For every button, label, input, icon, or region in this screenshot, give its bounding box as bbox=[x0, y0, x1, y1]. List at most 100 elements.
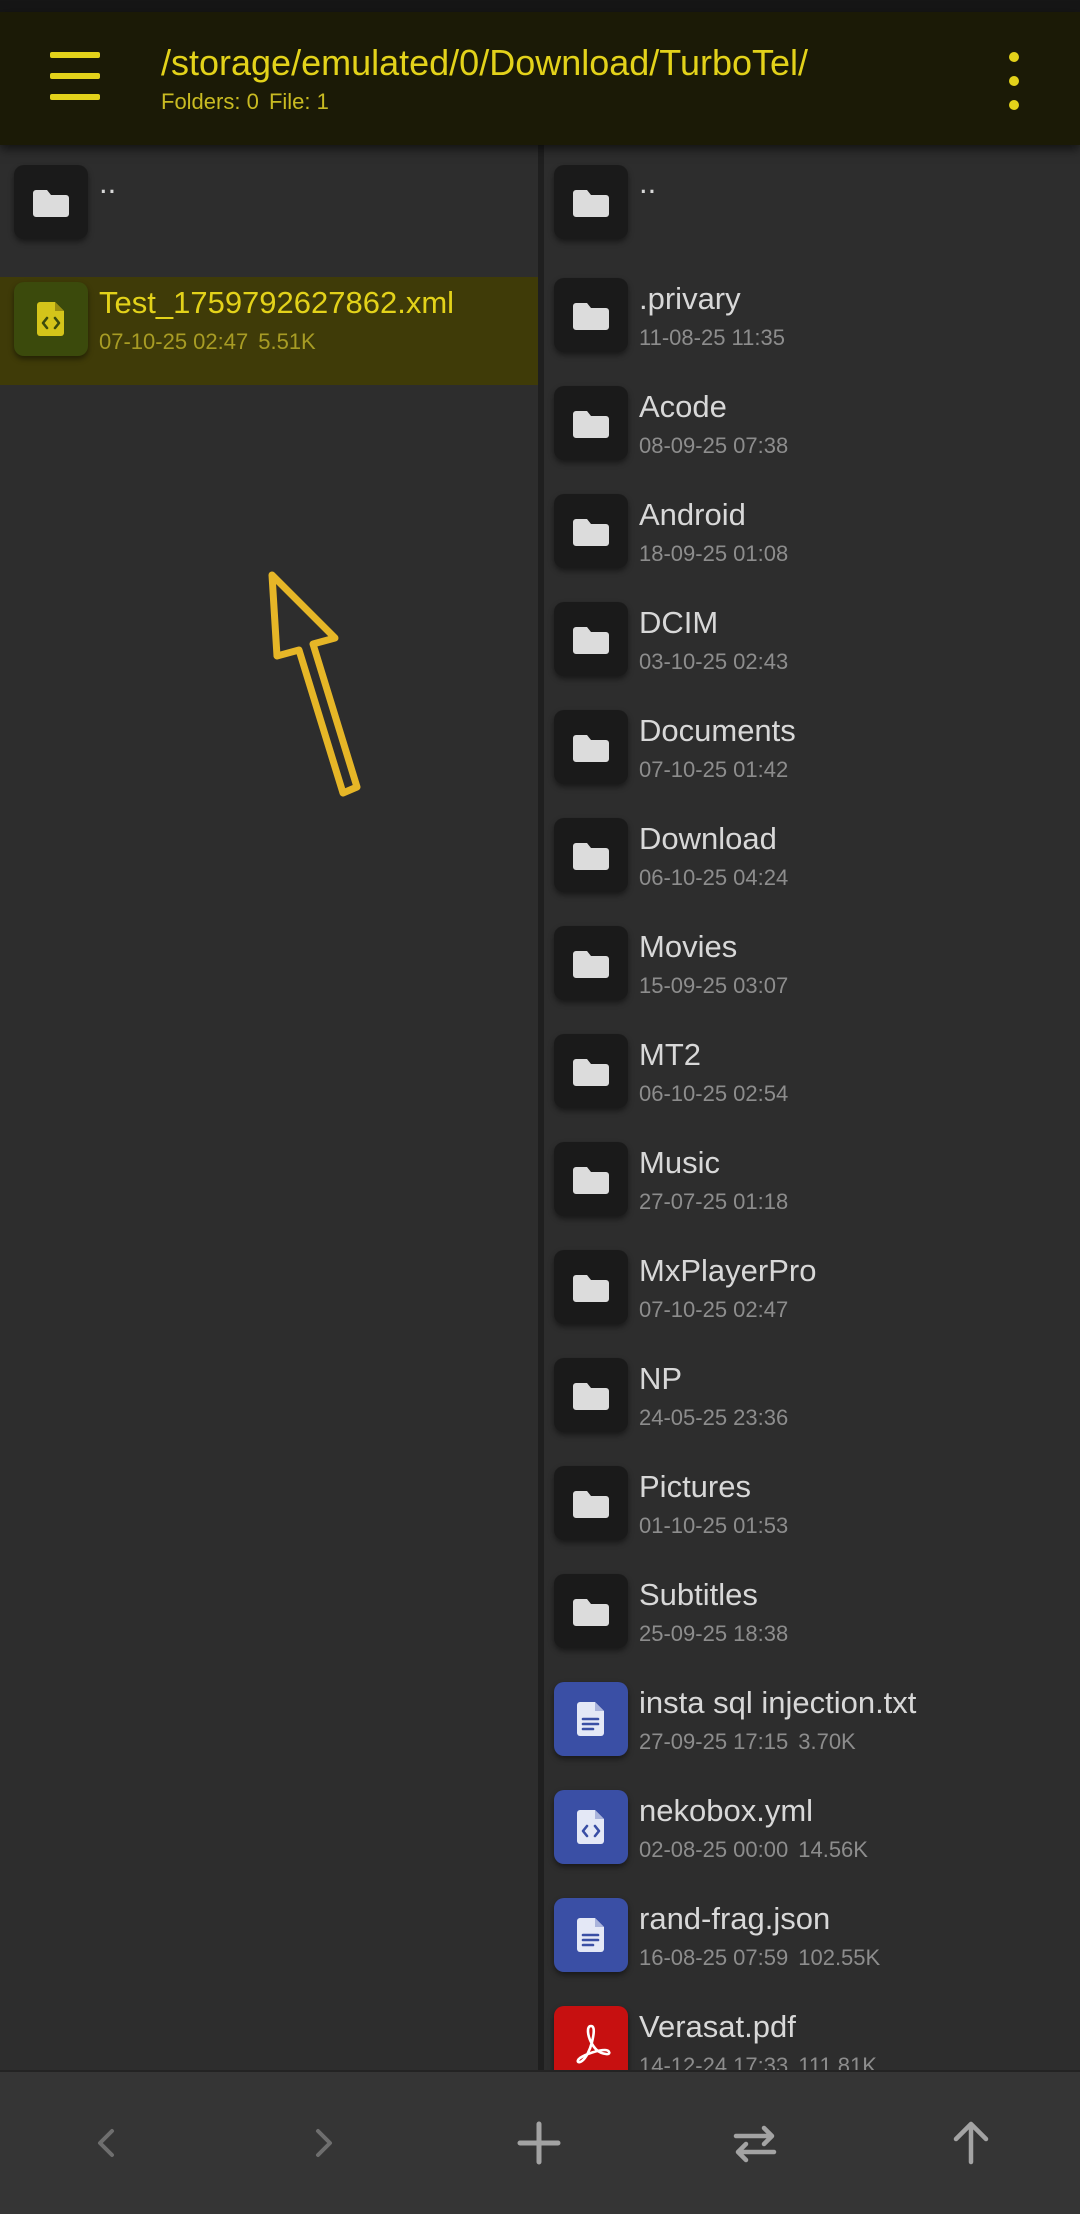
file-meta: 25-09-25 18:38 bbox=[639, 1621, 788, 1647]
file-name: MxPlayerPro bbox=[639, 1253, 817, 1288]
file-date: 01-10-25 01:53 bbox=[639, 1513, 789, 1538]
list-item[interactable]: insta sql injection.txt 27-09-25 17:15 3.7… bbox=[544, 1677, 1080, 1785]
file-name: nekobox.yml bbox=[639, 1793, 814, 1828]
list-item[interactable]: Test_1759792627862.xml 07-10-25 02:47 5.5… bbox=[0, 277, 538, 385]
overflow-menu-icon[interactable] bbox=[996, 52, 1032, 112]
add-button[interactable] bbox=[504, 2108, 574, 2178]
file-meta: 27-07-25 01:18 bbox=[639, 1189, 788, 1215]
folder-icon bbox=[554, 494, 628, 568]
folder-icon bbox=[554, 1034, 628, 1108]
list-item[interactable]: DCIM 03-10-25 02:43 bbox=[544, 597, 1080, 705]
file-name: Music bbox=[639, 1145, 720, 1180]
file-size: 14.56K bbox=[798, 1837, 868, 1862]
status-bar bbox=[0, 0, 1080, 12]
folder-icon bbox=[554, 1250, 628, 1324]
file-meta: 14-12-24 17:33 111.81K bbox=[639, 2053, 877, 2070]
file-meta: 18-09-25 01:08 bbox=[639, 541, 788, 567]
code-file-icon bbox=[14, 282, 88, 356]
list-item[interactable]: NP 24-05-25 23:36 bbox=[544, 1353, 1080, 1461]
file-date: 27-09-25 17:15 bbox=[639, 1729, 789, 1754]
code-file-icon bbox=[554, 1790, 628, 1864]
file-name: Download bbox=[639, 821, 777, 856]
file-meta: 02-08-25 00:00 14.56K bbox=[639, 1837, 868, 1863]
file-name: DCIM bbox=[639, 605, 719, 640]
file-date: 07-10-25 02:47 bbox=[99, 329, 249, 354]
file-meta: 06-10-25 04:24 bbox=[639, 865, 788, 891]
list-item[interactable]: Android 18-09-25 01:08 bbox=[544, 489, 1080, 597]
file-meta: 16-08-25 07:59 102.55K bbox=[639, 1945, 880, 1971]
current-path-title: /storage/emulated/0/Download/TurboTel/ bbox=[161, 42, 809, 83]
forward-button[interactable] bbox=[288, 2108, 358, 2178]
file-name: Movies bbox=[639, 929, 738, 964]
hamburger-menu-icon[interactable] bbox=[44, 52, 104, 100]
file-date: 03-10-25 02:43 bbox=[639, 649, 789, 674]
text-file-icon bbox=[554, 1682, 628, 1756]
folder-icon bbox=[554, 278, 628, 352]
file-name: MT2 bbox=[639, 1037, 701, 1072]
text-file-icon bbox=[554, 1898, 628, 1972]
list-item[interactable]: .privary 11-08-25 11:35 bbox=[544, 273, 1080, 381]
list-item[interactable]: MxPlayerPro 07-10-25 02:47 bbox=[544, 1245, 1080, 1353]
file-meta: 27-09-25 17:15 3.70K bbox=[639, 1729, 856, 1755]
file-meta: 08-09-25 07:38 bbox=[639, 433, 788, 459]
file-date: 11-08-25 11:35 bbox=[639, 325, 785, 350]
left-file-pane[interactable]: .. Test_1759792627862.xml 07-10-25 02:47… bbox=[0, 145, 538, 2070]
file-name: Android bbox=[639, 497, 746, 532]
list-item[interactable]: Download 06-10-25 04:24 bbox=[544, 813, 1080, 921]
list-item[interactable]: Documents 07-10-25 01:42 bbox=[544, 705, 1080, 813]
list-item[interactable]: Verasat.pdf 14-12-24 17:33 111.81K bbox=[544, 2001, 1080, 2070]
file-meta: 03-10-25 02:43 bbox=[639, 649, 788, 675]
back-button[interactable] bbox=[72, 2108, 142, 2178]
annotation-arrow-icon bbox=[268, 571, 361, 797]
file-name: Subtitles bbox=[639, 1577, 758, 1612]
file-date: 07-10-25 02:47 bbox=[639, 1297, 789, 1322]
file-date: 25-09-25 18:38 bbox=[639, 1621, 789, 1646]
chevron-left-icon bbox=[98, 2129, 114, 2157]
list-item[interactable]: MT2 06-10-25 02:54 bbox=[544, 1029, 1080, 1137]
list-item[interactable]: rand-frag.json 16-08-25 07:59 102.55K bbox=[544, 1893, 1080, 2001]
parent-directory-row[interactable]: .. bbox=[544, 165, 1080, 273]
list-item[interactable]: Acode 08-09-25 07:38 bbox=[544, 381, 1080, 489]
pdf-file-icon bbox=[554, 2006, 628, 2070]
folders-count: Folders: 0 bbox=[161, 89, 259, 114]
file-date: 16-08-25 07:59 bbox=[639, 1945, 789, 1970]
file-name: rand-frag.json bbox=[639, 1901, 831, 1936]
folder-icon bbox=[554, 602, 628, 676]
file-name: Pictures bbox=[639, 1469, 751, 1504]
list-item[interactable]: Movies 15-09-25 03:07 bbox=[544, 921, 1080, 1029]
right-file-pane[interactable]: .. .privary 11-08-25 11:35 Acode 08-09-25 0… bbox=[544, 145, 1080, 2070]
file-name: Verasat.pdf bbox=[639, 2009, 796, 2044]
file-meta: 06-10-25 02:54 bbox=[639, 1081, 788, 1107]
list-item[interactable]: Music 27-07-25 01:18 bbox=[544, 1137, 1080, 1245]
file-size: 3.70K bbox=[798, 1729, 856, 1754]
file-date: 18-09-25 01:08 bbox=[639, 541, 789, 566]
file-size: 111.81K bbox=[798, 2053, 877, 2070]
file-name: NP bbox=[639, 1361, 683, 1396]
swap-icon bbox=[733, 2125, 777, 2163]
file-name: Acode bbox=[639, 389, 727, 424]
file-meta: 07-10-25 01:42 bbox=[639, 757, 788, 783]
list-item[interactable]: Subtitles 25-09-25 18:38 bbox=[544, 1569, 1080, 1677]
folder-icon bbox=[554, 1358, 628, 1432]
folder-icon bbox=[554, 926, 628, 1000]
go-up-button[interactable] bbox=[936, 2108, 1006, 2178]
files-count: File: 1 bbox=[268, 89, 329, 114]
file-name: Documents bbox=[639, 713, 796, 748]
parent-directory-row[interactable]: .. bbox=[0, 165, 538, 273]
file-meta: 15-09-25 03:07 bbox=[639, 973, 788, 999]
path-counts: Folders: 0 File: 1 bbox=[161, 89, 333, 115]
folder-icon bbox=[554, 1574, 628, 1648]
list-item[interactable]: Pictures 01-10-25 01:53 bbox=[544, 1461, 1080, 1569]
chevron-right-icon bbox=[316, 2129, 332, 2157]
swap-panes-button[interactable] bbox=[720, 2108, 790, 2178]
file-date: 02-08-25 00:00 bbox=[639, 1837, 789, 1862]
parent-directory-label: .. bbox=[639, 165, 657, 200]
list-item[interactable]: nekobox.yml 02-08-25 00:00 14.56K bbox=[544, 1785, 1080, 1893]
file-meta: 11-08-25 11:35 bbox=[639, 325, 785, 351]
file-name: .privary bbox=[639, 281, 741, 316]
file-meta: 07-10-25 02:47 bbox=[639, 1297, 788, 1323]
plus-icon bbox=[517, 2121, 561, 2165]
file-date: 14-12-24 17:33 bbox=[639, 2053, 789, 2070]
folder-icon bbox=[554, 1142, 628, 1216]
folder-icon bbox=[554, 710, 628, 784]
